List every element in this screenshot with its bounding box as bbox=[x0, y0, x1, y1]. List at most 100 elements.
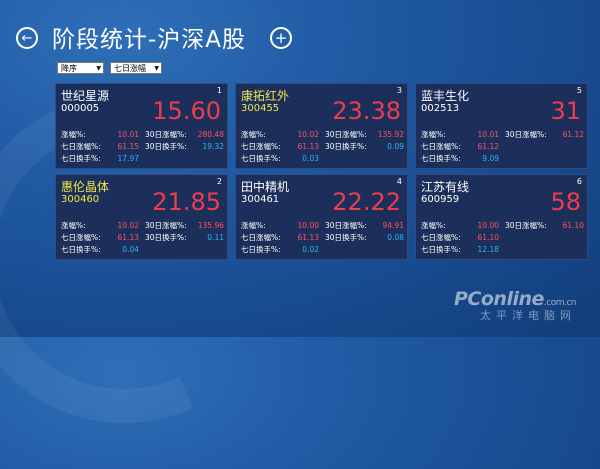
stock-price: 31 bbox=[550, 97, 581, 125]
stat-row: 七日换手%: 12.18 bbox=[421, 244, 584, 256]
stock-code: 002513 bbox=[421, 103, 460, 114]
back-arrow-glyph: ← bbox=[21, 30, 33, 46]
stat-value: 135.96 bbox=[197, 221, 224, 230]
stock-name: 世纪星源 bbox=[61, 89, 110, 103]
stock-rank: 3 bbox=[396, 86, 402, 95]
stock-stats: 涨幅%: 10.01 30日涨幅%: 61.12 七日涨幅%: 61.12 七日… bbox=[421, 129, 584, 165]
stock-stats: 涨幅%: 10.02 30日涨幅%: 135.92 七日涨幅%: 61.13 3… bbox=[241, 129, 404, 165]
stat-label: 30日涨幅%: bbox=[505, 221, 547, 230]
stat-value: 10.02 bbox=[117, 221, 139, 230]
chevron-down-icon: ▼ bbox=[96, 65, 101, 72]
range-select[interactable]: 七日涨幅 ▼ bbox=[110, 62, 162, 74]
stat-value: 17.97 bbox=[117, 154, 139, 163]
stock-name: 惠伦晶体 bbox=[61, 180, 110, 194]
back-arrow-icon[interactable]: ← bbox=[16, 27, 38, 49]
stock-code: 600959 bbox=[421, 194, 460, 205]
range-value: 七日涨幅 bbox=[114, 64, 146, 73]
stat-row: 七日涨幅%: 61.10 bbox=[421, 232, 584, 244]
stat-label: 30日换手%: bbox=[145, 233, 187, 242]
stock-price: 21.85 bbox=[152, 188, 221, 216]
stat-row: 七日涨幅%: 61.15 30日换手%: 19.32 bbox=[61, 141, 224, 153]
stock-name: 田中精机 bbox=[241, 180, 290, 194]
stat-value: 10.00 bbox=[477, 221, 499, 230]
stat-row: 七日涨幅%: 61.13 30日换手%: 0.08 bbox=[241, 232, 404, 244]
stat-label: 30日换手%: bbox=[145, 142, 187, 151]
stock-stats: 涨幅%: 10.00 30日涨幅%: 94.91 七日涨幅%: 61.13 30… bbox=[241, 220, 404, 256]
stat-value: 0.09 bbox=[387, 142, 404, 151]
stock-rank: 2 bbox=[216, 177, 222, 186]
stat-value: 61.15 bbox=[117, 142, 139, 151]
stat-value: 61.10 bbox=[477, 233, 499, 242]
stat-value: 0.08 bbox=[387, 233, 404, 242]
stat-label: 30日换手%: bbox=[325, 142, 367, 151]
stat-row: 涨幅%: 10.02 30日涨幅%: 135.92 bbox=[241, 129, 404, 141]
stat-row: 七日换手%: 0.03 bbox=[241, 153, 404, 165]
add-glyph: + bbox=[274, 28, 288, 47]
stat-value: 0.11 bbox=[207, 233, 224, 242]
stat-row: 涨幅%: 10.00 30日涨幅%: 94.91 bbox=[241, 220, 404, 232]
stock-stats: 涨幅%: 10.02 30日涨幅%: 135.96 七日涨幅%: 61.13 3… bbox=[61, 220, 224, 256]
stat-label: 30日涨幅%: bbox=[505, 130, 547, 139]
stat-row: 七日换手%: 0.02 bbox=[241, 244, 404, 256]
stock-code: 300460 bbox=[61, 194, 100, 205]
stock-card[interactable]: 世纪星源 000005 1 15.60 涨幅%: 10.01 30日涨幅%: 2… bbox=[55, 83, 228, 169]
sort-order-select[interactable]: 降序 ▼ bbox=[57, 62, 104, 74]
stat-value: 94.91 bbox=[382, 221, 404, 230]
stock-stats: 涨幅%: 10.00 30日涨幅%: 61.10 七日涨幅%: 61.10 七日… bbox=[421, 220, 584, 256]
stock-price: 58 bbox=[550, 188, 581, 216]
stat-value: 0.03 bbox=[302, 154, 319, 163]
stat-row: 涨幅%: 10.00 30日涨幅%: 61.10 bbox=[421, 220, 584, 232]
stock-code: 300455 bbox=[241, 103, 280, 114]
stock-code: 000005 bbox=[61, 103, 100, 114]
stat-row: 涨幅%: 10.02 30日涨幅%: 135.96 bbox=[61, 220, 224, 232]
stat-value: 61.13 bbox=[297, 142, 319, 151]
stock-rank: 1 bbox=[216, 86, 222, 95]
stock-code: 300461 bbox=[241, 194, 280, 205]
stat-row: 七日涨幅%: 61.13 30日换手%: 0.09 bbox=[241, 141, 404, 153]
stock-card[interactable]: 江苏有线 600959 6 58 涨幅%: 10.00 30日涨幅%: 61.1… bbox=[415, 174, 588, 260]
stock-price: 15.60 bbox=[152, 97, 221, 125]
stat-label: 30日涨幅%: bbox=[325, 130, 367, 139]
stat-value: 135.92 bbox=[377, 130, 404, 139]
add-icon[interactable]: + bbox=[270, 27, 292, 49]
stat-value: 10.01 bbox=[117, 130, 139, 139]
stat-label: 30日换手%: bbox=[325, 233, 367, 242]
stat-label: 30日涨幅%: bbox=[145, 221, 187, 230]
stat-value: 61.12 bbox=[477, 142, 499, 151]
stat-value: 10.01 bbox=[477, 130, 499, 139]
page-title: 阶段统计-沪深A股 bbox=[52, 27, 247, 53]
stock-rank: 4 bbox=[396, 177, 402, 186]
stock-name: 康拓红外 bbox=[241, 89, 290, 103]
stock-price: 22.22 bbox=[332, 188, 401, 216]
stock-card[interactable]: 康拓红外 300455 3 23.38 涨幅%: 10.02 30日涨幅%: 1… bbox=[235, 83, 408, 169]
stat-row: 七日换手%: 9.09 bbox=[421, 153, 584, 165]
stat-value: 61.13 bbox=[297, 233, 319, 242]
stat-value: 10.02 bbox=[297, 130, 319, 139]
stat-row: 七日涨幅%: 61.13 30日换手%: 0.11 bbox=[61, 232, 224, 244]
stock-card[interactable]: 蓝丰生化 002513 5 31 涨幅%: 10.01 30日涨幅%: 61.1… bbox=[415, 83, 588, 169]
stat-value: 61.10 bbox=[562, 221, 584, 230]
stat-row: 七日换手%: 0.04 bbox=[61, 244, 224, 256]
stat-row: 涨幅%: 10.01 30日涨幅%: 61.12 bbox=[421, 129, 584, 141]
stock-price: 23.38 bbox=[332, 97, 401, 125]
stat-label: 30日涨幅%: bbox=[325, 221, 367, 230]
stat-value: 10.00 bbox=[297, 221, 319, 230]
stock-name: 蓝丰生化 bbox=[421, 89, 470, 103]
stat-value: 61.12 bbox=[562, 130, 584, 139]
stat-row: 七日涨幅%: 61.12 bbox=[421, 141, 584, 153]
sort-order-value: 降序 bbox=[61, 64, 77, 73]
stock-rank: 6 bbox=[576, 177, 582, 186]
stock-card[interactable]: 田中精机 300461 4 22.22 涨幅%: 10.00 30日涨幅%: 9… bbox=[235, 174, 408, 260]
stat-value: 9.09 bbox=[482, 154, 499, 163]
stat-value: 0.02 bbox=[302, 245, 319, 254]
chevron-down-icon: ▼ bbox=[154, 65, 159, 72]
stock-stats: 涨幅%: 10.01 30日涨幅%: 280.48 七日涨幅%: 61.15 3… bbox=[61, 129, 224, 165]
stock-card[interactable]: 惠伦晶体 300460 2 21.85 涨幅%: 10.02 30日涨幅%: 1… bbox=[55, 174, 228, 260]
stat-label: 30日涨幅%: bbox=[145, 130, 187, 139]
stat-row: 七日换手%: 17.97 bbox=[61, 153, 224, 165]
stat-value: 19.32 bbox=[202, 142, 224, 151]
stock-rank: 5 bbox=[576, 86, 582, 95]
stock-name: 江苏有线 bbox=[421, 180, 470, 194]
stat-value: 0.04 bbox=[122, 245, 139, 254]
stat-value: 280.48 bbox=[197, 130, 224, 139]
